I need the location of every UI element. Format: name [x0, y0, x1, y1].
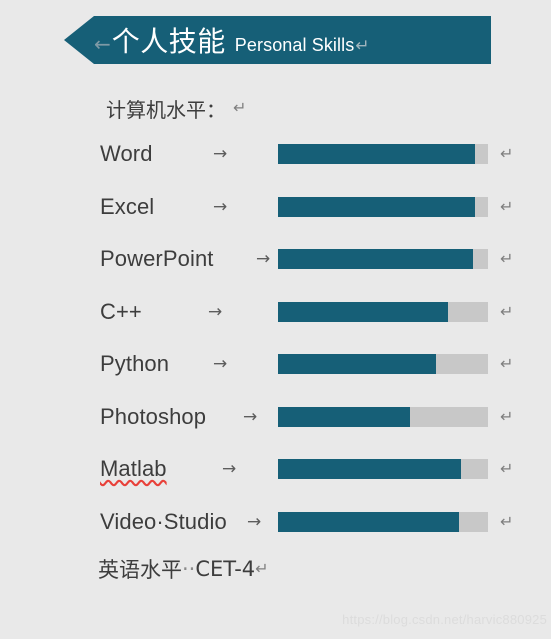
- skill-level-bar-fill: [278, 144, 476, 165]
- tab-arrow-mark-icon: →: [213, 144, 228, 165]
- return-mark-icon: ↵: [500, 301, 514, 321]
- skill-level-bar-fill: [278, 406, 411, 427]
- skill-level-bar: [278, 249, 488, 270]
- return-mark-icon: ↵: [500, 354, 514, 374]
- left-arrow-mark-icon: ←: [94, 32, 111, 56]
- skill-level-bar-fill: [278, 196, 476, 217]
- skill-level-bar-fill: [278, 459, 461, 480]
- space-dot-marks-icon: ··: [182, 557, 196, 581]
- skill-level-bar-fill: [278, 511, 459, 532]
- skill-level-bar-fill: [278, 301, 449, 322]
- tab-arrow-mark-icon: →: [208, 301, 223, 322]
- skill-row: Matlab → ↵: [0, 443, 551, 496]
- skill-level-bar: [278, 354, 488, 375]
- english-level-label: 英语水平: [98, 558, 182, 582]
- tab-arrow-mark-icon: →: [243, 406, 258, 427]
- skill-list: Word → ↵ Excel → ↵ PowerPoint → ↵ C++ → ↵ Python → ↵ Ph…: [0, 128, 551, 548]
- skill-level-bar: [278, 144, 488, 165]
- skill-name-label: PowerPoint: [100, 246, 214, 272]
- tab-arrow-mark-icon: →: [256, 249, 271, 270]
- banner-title-chinese: 个人技能: [111, 25, 226, 58]
- skill-name-label: Python: [100, 351, 170, 377]
- skill-row: PowerPoint → ↵: [0, 233, 551, 286]
- skill-level-bar: [278, 511, 488, 532]
- skill-row: Video·Studio → ↵: [0, 496, 551, 549]
- skill-row: Python → ↵: [0, 338, 551, 391]
- skills-content: 计算机水平： ↵ Word → ↵ Excel → ↵ PowerPoint → ↵ C++ → ↵ P…: [0, 88, 551, 590]
- skill-row: Photoshop → ↵: [0, 391, 551, 444]
- return-mark-icon: ↵: [255, 559, 269, 578]
- skill-name-label: Word: [100, 141, 153, 167]
- return-mark-icon: ↵: [500, 144, 514, 164]
- skill-name-label: Photoshop: [100, 403, 207, 429]
- tab-arrow-mark-icon: →: [213, 196, 228, 217]
- skill-row: Word → ↵: [0, 128, 551, 181]
- skill-name-label: C++: [100, 298, 142, 324]
- skill-level-bar: [278, 301, 488, 322]
- return-mark-icon: ↵: [500, 406, 514, 426]
- skill-row: C++ → ↵: [0, 286, 551, 339]
- skill-name-label: Video·Studio: [100, 508, 227, 534]
- return-mark-icon: ↵: [500, 459, 514, 479]
- banner-shape: ← 个人技能 Personal Skills ↵: [64, 16, 491, 64]
- skill-row: Excel → ↵: [0, 181, 551, 234]
- watermark: https://blog.csdn.net/harvic880925: [342, 612, 547, 627]
- computer-skills-heading-label: 计算机水平：: [106, 97, 226, 122]
- return-mark-icon: ↵: [233, 98, 247, 117]
- tab-arrow-mark-icon: →: [213, 354, 228, 375]
- skill-level-bar: [278, 459, 488, 480]
- english-level-value: CET-4: [195, 557, 256, 581]
- paragraph-return-mark-icon: ↵: [355, 36, 370, 56]
- skill-level-bar: [278, 196, 488, 217]
- computer-skills-heading: 计算机水平： ↵: [0, 88, 551, 128]
- banner-title-english: Personal Skills: [234, 35, 355, 55]
- return-mark-icon: ↵: [500, 196, 514, 216]
- section-header-banner: ← 个人技能 Personal Skills ↵: [64, 16, 491, 64]
- skill-level-bar-fill: [278, 354, 436, 375]
- return-mark-icon: ↵: [500, 249, 514, 269]
- skill-name-label: Excel: [100, 193, 155, 219]
- tab-arrow-mark-icon: →: [247, 511, 262, 532]
- banner-content: ← 个人技能 Personal Skills ↵: [64, 20, 370, 60]
- skill-level-bar-fill: [278, 249, 474, 270]
- skill-level-bar: [278, 406, 488, 427]
- skill-name-label: Matlab: [100, 456, 167, 482]
- english-level-line: 英语水平 ·· CET-4 ↵: [0, 548, 551, 590]
- tab-arrow-mark-icon: →: [222, 459, 237, 480]
- return-mark-icon: ↵: [500, 511, 514, 531]
